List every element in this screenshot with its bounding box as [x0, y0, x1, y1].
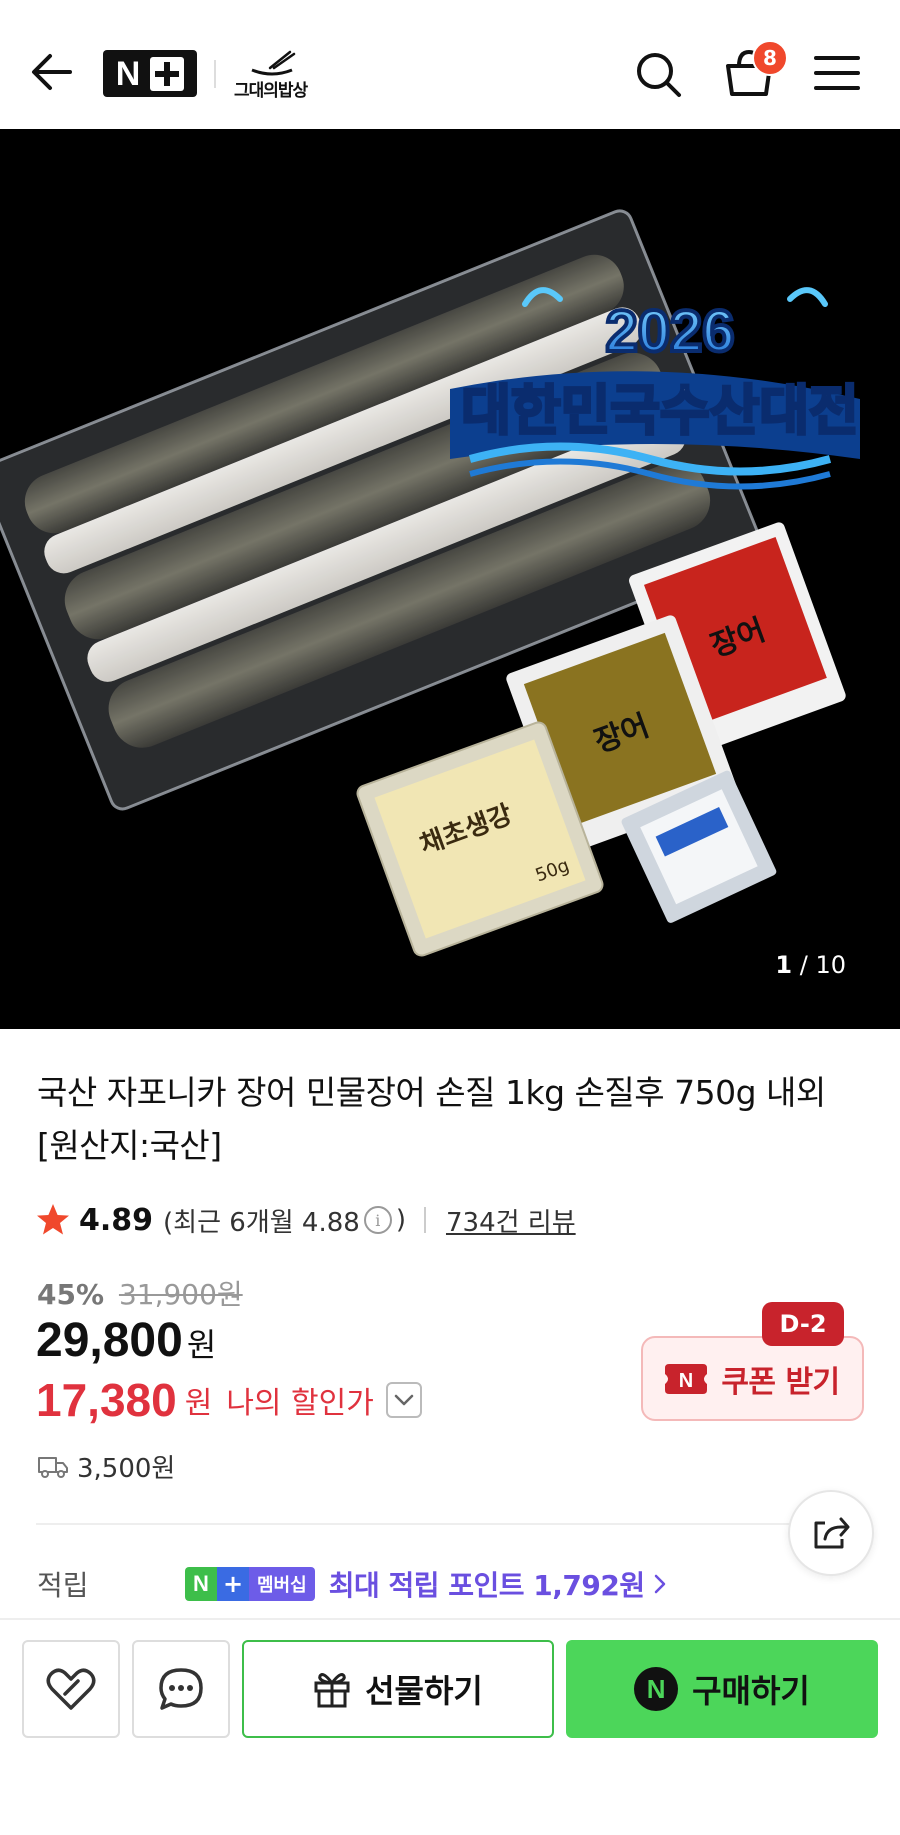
- chat-inquiry-button[interactable]: [132, 1640, 230, 1738]
- info-icon[interactable]: i: [363, 1206, 392, 1234]
- header-divider: [214, 60, 216, 88]
- rating-divider: [423, 1207, 426, 1233]
- recent-rating-close: ): [395, 1205, 406, 1235]
- delivery-truck-icon: [38, 1456, 68, 1478]
- my-discount-price[interactable]: 17,380 원 나의 할인가: [36, 1373, 422, 1427]
- original-price: 31,900원: [118, 1278, 243, 1311]
- recent-rating: (최근 6개월 4.88: [163, 1207, 360, 1238]
- chevron-down-icon[interactable]: [385, 1382, 422, 1418]
- rating-row: 4.89 (최근 6개월 4.88 i ) 734건 리뷰: [35, 1200, 576, 1240]
- coupon-download-button[interactable]: N 쿠폰 받기: [641, 1336, 864, 1421]
- nplus-store-logo[interactable]: N: [103, 50, 197, 97]
- star-icon: [37, 1204, 69, 1235]
- product-title: 국산 자포니카 장어 민물장어 손질 1kg 손질후 750g 내외 [원산지:…: [37, 1073, 826, 1165]
- coupon-n-icon: N: [665, 1363, 708, 1394]
- search-icon[interactable]: [634, 50, 682, 98]
- cart-count-badge: 8: [752, 40, 788, 76]
- section-divider: [36, 1523, 864, 1525]
- share-icon: [814, 1517, 850, 1549]
- buy-button[interactable]: N 구매하기: [566, 1640, 878, 1738]
- discount-row: 45% 31,900원: [37, 1273, 243, 1313]
- gift-icon: [314, 1673, 350, 1708]
- product-photo: 장어 장어 채초생강 50g 2026 대한민국수산대전: [0, 209, 860, 957]
- my-price-label: 나의 할인가: [226, 1386, 374, 1421]
- store-logo[interactable]: 그대의밥상: [232, 48, 322, 101]
- top-header: N 그대의밥상 8: [0, 0, 900, 129]
- points-row[interactable]: 적립 N + 멤버십 최대 적립 포인트 1,792원: [37, 1562, 867, 1606]
- chevron-right-icon: [654, 1574, 665, 1594]
- product-image-carousel[interactable]: 장어 장어 채초생강 50g 2026 대한민국수산대전 1 / 10: [0, 129, 900, 1029]
- membership-badge: N + 멤버십: [185, 1567, 315, 1601]
- coupon-label: 쿠폰 받기: [721, 1364, 840, 1400]
- heart-icon: [46, 1668, 96, 1710]
- rice-bowl-logo-icon: [251, 50, 296, 76]
- rating-score: 4.89: [79, 1202, 154, 1238]
- my-price-unit: 원: [184, 1386, 213, 1421]
- back-arrow-icon[interactable]: [30, 50, 74, 94]
- image-counter: 1 / 10: [775, 951, 846, 979]
- chat-bubble-icon: [159, 1668, 203, 1710]
- shipping-fee: 3,500원: [77, 1454, 176, 1484]
- my-price-value: 17,380: [36, 1374, 177, 1426]
- nplus-logo-plus-icon: [150, 56, 185, 91]
- gift-button[interactable]: 선물하기: [242, 1640, 554, 1738]
- svg-text:N: N: [679, 1370, 693, 1392]
- sale-price: 29,800 원: [36, 1313, 216, 1368]
- sale-price-value: 29,800: [36, 1314, 183, 1367]
- naver-n-icon: N: [634, 1667, 679, 1711]
- banner-title: 대한민국수산대전: [461, 379, 858, 442]
- dday-badge: D-2: [762, 1302, 844, 1346]
- points-label: 적립: [37, 1569, 89, 1602]
- buy-label: 구매하기: [692, 1672, 810, 1710]
- wishlist-button[interactable]: [22, 1640, 120, 1738]
- review-count-link[interactable]: 734건 리뷰: [446, 1202, 576, 1239]
- menu-hamburger-icon[interactable]: [814, 54, 860, 92]
- bottom-action-bar: 선물하기 N 구매하기: [0, 1618, 900, 1835]
- gift-label: 선물하기: [365, 1672, 483, 1710]
- nplus-logo-n: N: [115, 54, 141, 93]
- sale-price-unit: 원: [186, 1326, 217, 1364]
- discount-percent: 45%: [37, 1278, 105, 1311]
- banner-year: 2026: [605, 299, 734, 364]
- max-points-text: 최대 적립 포인트 1,792원: [328, 1569, 645, 1602]
- store-name: 그대의밥상: [234, 81, 308, 101]
- shipping-row: 3,500원: [37, 1448, 175, 1485]
